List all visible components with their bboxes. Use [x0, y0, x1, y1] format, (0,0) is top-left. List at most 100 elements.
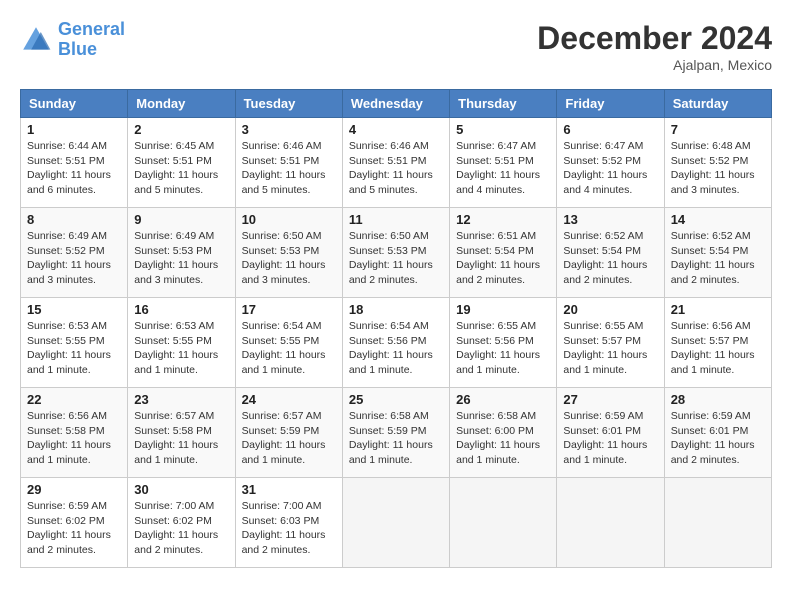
day-number: 14	[671, 212, 765, 227]
header-sunday: Sunday	[21, 90, 128, 118]
calendar-cell: 19 Sunrise: 6:55 AMSunset: 5:56 PMDaylig…	[450, 298, 557, 388]
weekday-header-row: Sunday Monday Tuesday Wednesday Thursday…	[21, 90, 772, 118]
day-info: Sunrise: 6:52 AMSunset: 5:54 PMDaylight:…	[671, 229, 765, 288]
header-thursday: Thursday	[450, 90, 557, 118]
day-number: 4	[349, 122, 443, 137]
calendar-cell: 26 Sunrise: 6:58 AMSunset: 6:00 PMDaylig…	[450, 388, 557, 478]
day-info: Sunrise: 6:59 AMSunset: 6:02 PMDaylight:…	[27, 499, 121, 558]
calendar-cell: 15 Sunrise: 6:53 AMSunset: 5:55 PMDaylig…	[21, 298, 128, 388]
calendar-cell: 23 Sunrise: 6:57 AMSunset: 5:58 PMDaylig…	[128, 388, 235, 478]
day-info: Sunrise: 6:59 AMSunset: 6:01 PMDaylight:…	[671, 409, 765, 468]
day-number: 15	[27, 302, 121, 317]
week-row-5: 29 Sunrise: 6:59 AMSunset: 6:02 PMDaylig…	[21, 478, 772, 568]
day-number: 26	[456, 392, 550, 407]
day-info: Sunrise: 6:58 AMSunset: 5:59 PMDaylight:…	[349, 409, 443, 468]
week-row-4: 22 Sunrise: 6:56 AMSunset: 5:58 PMDaylig…	[21, 388, 772, 478]
calendar-cell: 2 Sunrise: 6:45 AMSunset: 5:51 PMDayligh…	[128, 118, 235, 208]
header-saturday: Saturday	[664, 90, 771, 118]
day-info: Sunrise: 6:53 AMSunset: 5:55 PMDaylight:…	[134, 319, 228, 378]
logo-blue: Blue	[58, 39, 97, 59]
day-number: 31	[242, 482, 336, 497]
day-info: Sunrise: 6:54 AMSunset: 5:55 PMDaylight:…	[242, 319, 336, 378]
logo-icon	[20, 24, 52, 56]
day-number: 10	[242, 212, 336, 227]
logo-text: General Blue	[58, 20, 125, 60]
location: Ajalpan, Mexico	[537, 57, 772, 73]
calendar-cell: 25 Sunrise: 6:58 AMSunset: 5:59 PMDaylig…	[342, 388, 449, 478]
day-info: Sunrise: 6:49 AMSunset: 5:52 PMDaylight:…	[27, 229, 121, 288]
day-info: Sunrise: 6:50 AMSunset: 5:53 PMDaylight:…	[349, 229, 443, 288]
calendar-cell: 17 Sunrise: 6:54 AMSunset: 5:55 PMDaylig…	[235, 298, 342, 388]
week-row-1: 1 Sunrise: 6:44 AMSunset: 5:51 PMDayligh…	[21, 118, 772, 208]
day-number: 22	[27, 392, 121, 407]
calendar-cell: 16 Sunrise: 6:53 AMSunset: 5:55 PMDaylig…	[128, 298, 235, 388]
day-info: Sunrise: 6:47 AMSunset: 5:52 PMDaylight:…	[563, 139, 657, 198]
header-friday: Friday	[557, 90, 664, 118]
day-number: 8	[27, 212, 121, 227]
calendar-cell: 28 Sunrise: 6:59 AMSunset: 6:01 PMDaylig…	[664, 388, 771, 478]
day-info: Sunrise: 6:55 AMSunset: 5:56 PMDaylight:…	[456, 319, 550, 378]
day-number: 3	[242, 122, 336, 137]
day-number: 30	[134, 482, 228, 497]
day-info: Sunrise: 6:55 AMSunset: 5:57 PMDaylight:…	[563, 319, 657, 378]
day-info: Sunrise: 6:46 AMSunset: 5:51 PMDaylight:…	[349, 139, 443, 198]
week-row-2: 8 Sunrise: 6:49 AMSunset: 5:52 PMDayligh…	[21, 208, 772, 298]
calendar-cell: 24 Sunrise: 6:57 AMSunset: 5:59 PMDaylig…	[235, 388, 342, 478]
day-info: Sunrise: 6:51 AMSunset: 5:54 PMDaylight:…	[456, 229, 550, 288]
day-number: 16	[134, 302, 228, 317]
calendar-cell: 12 Sunrise: 6:51 AMSunset: 5:54 PMDaylig…	[450, 208, 557, 298]
month-title: December 2024	[537, 20, 772, 57]
calendar-cell: 5 Sunrise: 6:47 AMSunset: 5:51 PMDayligh…	[450, 118, 557, 208]
day-number: 11	[349, 212, 443, 227]
day-info: Sunrise: 6:53 AMSunset: 5:55 PMDaylight:…	[27, 319, 121, 378]
header-tuesday: Tuesday	[235, 90, 342, 118]
calendar-cell: 9 Sunrise: 6:49 AMSunset: 5:53 PMDayligh…	[128, 208, 235, 298]
day-number: 20	[563, 302, 657, 317]
calendar-cell: 7 Sunrise: 6:48 AMSunset: 5:52 PMDayligh…	[664, 118, 771, 208]
calendar-cell: 21 Sunrise: 6:56 AMSunset: 5:57 PMDaylig…	[664, 298, 771, 388]
calendar-cell	[557, 478, 664, 568]
day-info: Sunrise: 6:46 AMSunset: 5:51 PMDaylight:…	[242, 139, 336, 198]
calendar-cell: 30 Sunrise: 7:00 AMSunset: 6:02 PMDaylig…	[128, 478, 235, 568]
day-number: 23	[134, 392, 228, 407]
day-number: 18	[349, 302, 443, 317]
day-number: 12	[456, 212, 550, 227]
day-info: Sunrise: 6:54 AMSunset: 5:56 PMDaylight:…	[349, 319, 443, 378]
calendar-cell: 31 Sunrise: 7:00 AMSunset: 6:03 PMDaylig…	[235, 478, 342, 568]
calendar-table: Sunday Monday Tuesday Wednesday Thursday…	[20, 89, 772, 568]
calendar-cell: 3 Sunrise: 6:46 AMSunset: 5:51 PMDayligh…	[235, 118, 342, 208]
day-number: 19	[456, 302, 550, 317]
day-number: 9	[134, 212, 228, 227]
day-info: Sunrise: 6:49 AMSunset: 5:53 PMDaylight:…	[134, 229, 228, 288]
calendar-cell	[664, 478, 771, 568]
day-info: Sunrise: 6:56 AMSunset: 5:57 PMDaylight:…	[671, 319, 765, 378]
day-number: 7	[671, 122, 765, 137]
day-number: 25	[349, 392, 443, 407]
calendar-cell	[450, 478, 557, 568]
calendar-cell: 27 Sunrise: 6:59 AMSunset: 6:01 PMDaylig…	[557, 388, 664, 478]
day-info: Sunrise: 6:58 AMSunset: 6:00 PMDaylight:…	[456, 409, 550, 468]
calendar-cell: 6 Sunrise: 6:47 AMSunset: 5:52 PMDayligh…	[557, 118, 664, 208]
day-info: Sunrise: 6:57 AMSunset: 5:59 PMDaylight:…	[242, 409, 336, 468]
title-block: December 2024 Ajalpan, Mexico	[537, 20, 772, 73]
logo-general: General	[58, 19, 125, 39]
day-number: 1	[27, 122, 121, 137]
day-number: 29	[27, 482, 121, 497]
day-info: Sunrise: 6:48 AMSunset: 5:52 PMDaylight:…	[671, 139, 765, 198]
calendar-cell	[342, 478, 449, 568]
header-monday: Monday	[128, 90, 235, 118]
day-info: Sunrise: 6:52 AMSunset: 5:54 PMDaylight:…	[563, 229, 657, 288]
day-info: Sunrise: 7:00 AMSunset: 6:02 PMDaylight:…	[134, 499, 228, 558]
day-info: Sunrise: 6:59 AMSunset: 6:01 PMDaylight:…	[563, 409, 657, 468]
day-number: 13	[563, 212, 657, 227]
calendar-cell: 8 Sunrise: 6:49 AMSunset: 5:52 PMDayligh…	[21, 208, 128, 298]
calendar-cell: 22 Sunrise: 6:56 AMSunset: 5:58 PMDaylig…	[21, 388, 128, 478]
day-info: Sunrise: 6:45 AMSunset: 5:51 PMDaylight:…	[134, 139, 228, 198]
day-info: Sunrise: 6:57 AMSunset: 5:58 PMDaylight:…	[134, 409, 228, 468]
day-number: 6	[563, 122, 657, 137]
calendar-cell: 20 Sunrise: 6:55 AMSunset: 5:57 PMDaylig…	[557, 298, 664, 388]
day-info: Sunrise: 6:56 AMSunset: 5:58 PMDaylight:…	[27, 409, 121, 468]
logo: General Blue	[20, 20, 125, 60]
header-wednesday: Wednesday	[342, 90, 449, 118]
day-info: Sunrise: 6:50 AMSunset: 5:53 PMDaylight:…	[242, 229, 336, 288]
